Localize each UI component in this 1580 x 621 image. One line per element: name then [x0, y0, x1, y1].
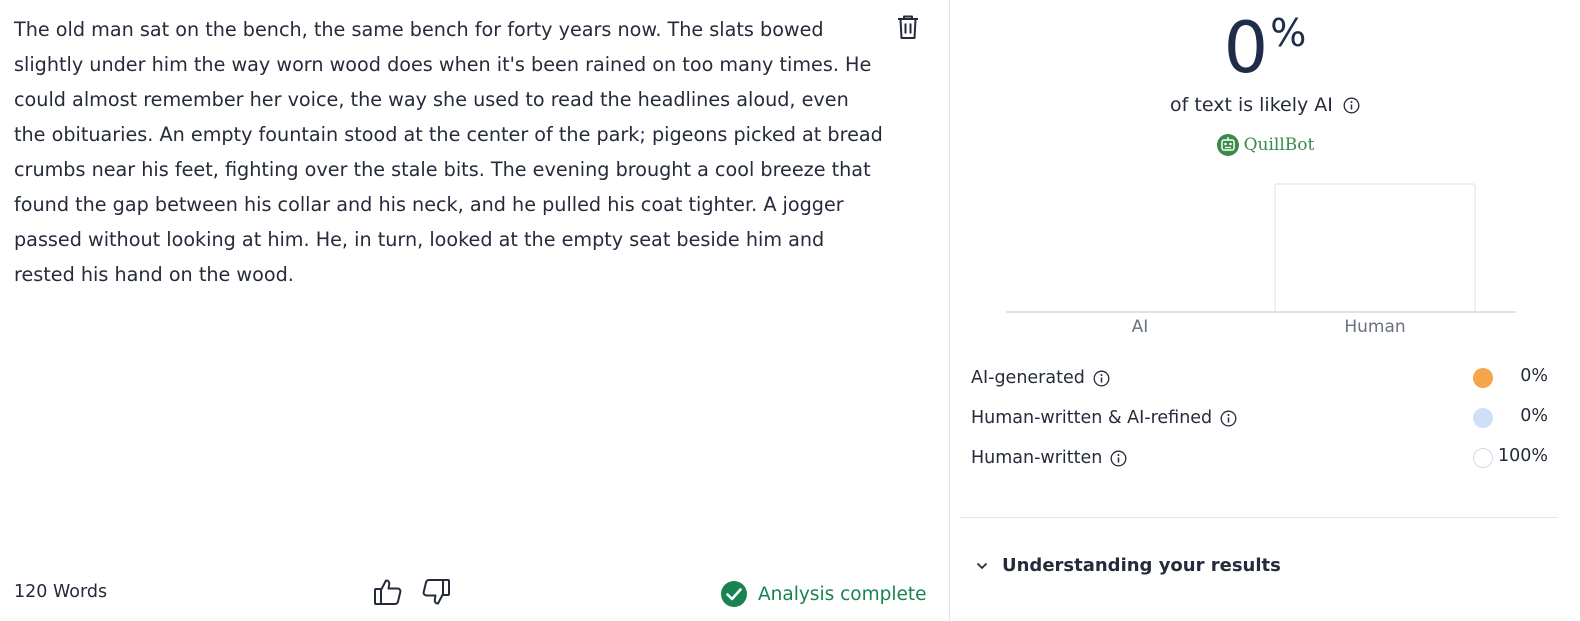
chevron-down-icon [977, 562, 987, 569]
check-circle-icon [721, 581, 747, 607]
thumbs-up-icon [374, 579, 402, 605]
legend-label: Human-written [971, 448, 1103, 468]
text-input-area[interactable]: The old man sat on the bench, the same b… [14, 12, 884, 292]
section-divider [960, 517, 1558, 518]
results-bar-chart: AI Human [1006, 183, 1516, 337]
score-caption-text: of text is likely AI [1170, 94, 1333, 116]
info-icon[interactable] [1110, 450, 1127, 467]
thumbs-down-button[interactable] [421, 577, 451, 607]
legend-label: AI-generated [971, 368, 1085, 388]
ai-detector-app: The old man sat on the bench, the same b… [0, 0, 1580, 621]
chart-category-label: Human [1344, 317, 1405, 337]
results-legend: AI-generated 0% Human-written & AI-refin… [971, 358, 1548, 478]
legend-label: Human-written & AI-refined [971, 408, 1213, 428]
understanding-results-label: Understanding your results [1002, 555, 1281, 576]
ai-score: 0% [950, 8, 1580, 88]
text-input-panel: The old man sat on the bench, the same b… [0, 0, 950, 621]
delete-button[interactable] [896, 14, 920, 40]
ai-score-value: 0 [1223, 7, 1269, 89]
analysis-status-label: Analysis complete [758, 583, 927, 605]
understanding-results-toggle[interactable]: Understanding your results [976, 555, 1281, 576]
legend-value: 100% [1497, 446, 1548, 466]
info-icon[interactable] [1343, 97, 1360, 114]
info-icon[interactable] [1093, 370, 1110, 387]
legend-row-human-ai-refined: Human-written & AI-refined 0% [971, 398, 1548, 438]
chart-bar-human [1274, 183, 1476, 313]
legend-value: 0% [1520, 366, 1548, 386]
legend-color-dot [1473, 448, 1493, 468]
info-icon[interactable] [1220, 410, 1237, 427]
quillbot-logo-icon [1216, 134, 1239, 156]
score-caption: of text is likely AI [950, 94, 1580, 116]
thumbs-down-icon [422, 579, 450, 605]
analysis-status: Analysis complete [720, 580, 927, 608]
legend-value: 0% [1520, 406, 1548, 426]
legend-row-ai-generated: AI-generated 0% [971, 358, 1548, 398]
chart-category-label: AI [1132, 317, 1149, 337]
thumbs-up-button[interactable] [373, 577, 403, 607]
legend-row-human-written: Human-written 100% [971, 438, 1548, 478]
legend-color-dot [1473, 368, 1493, 388]
ai-score-unit: % [1270, 11, 1307, 55]
results-panel: 0% of text is likely AI QuillBot AI Human [950, 0, 1580, 621]
word-count: 120 Words [14, 582, 108, 602]
legend-color-dot [1473, 408, 1493, 428]
trash-icon [898, 15, 918, 39]
quillbot-brand: QuillBot [950, 133, 1580, 157]
quillbot-brand-name: QuillBot [1243, 135, 1315, 155]
